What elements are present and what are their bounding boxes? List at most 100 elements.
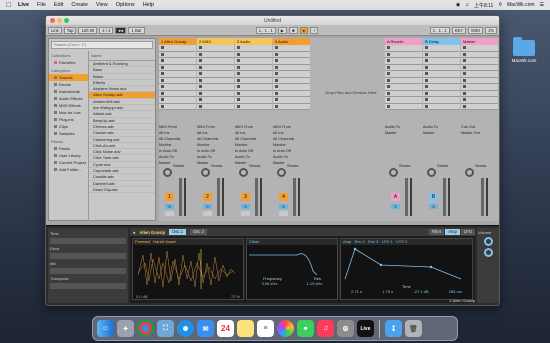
- wavetable-name[interactable]: Harsh Vowel: [153, 239, 175, 244]
- solo-button[interactable]: S: [429, 204, 438, 209]
- arm-button[interactable]: [279, 211, 288, 216]
- quantize-menu[interactable]: 1 Bar: [128, 26, 145, 34]
- clip-stop-icon[interactable]: [237, 59, 240, 63]
- sidebar-item-clips[interactable]: Clips: [49, 123, 88, 130]
- filter-mode[interactable]: Clean: [249, 239, 259, 244]
- volume-fader[interactable]: [481, 178, 484, 216]
- volume-fader[interactable]: [405, 178, 408, 216]
- clip-stop-icon[interactable]: [275, 85, 278, 89]
- clip-stop-icon[interactable]: [199, 78, 202, 82]
- clip-stop-icon[interactable]: [199, 52, 202, 56]
- tab-lfo[interactable]: LFO: [460, 229, 475, 235]
- clip-stop-icon[interactable]: [161, 104, 164, 108]
- desktop-folder[interactable]: MacWk.com: [509, 37, 539, 63]
- clip-stop-icon[interactable]: [425, 104, 428, 108]
- mail-icon[interactable]: ✉: [197, 320, 214, 337]
- volume-fader[interactable]: [443, 178, 446, 216]
- sidebar-item-samples[interactable]: Samples: [49, 130, 88, 137]
- clip-stop-icon[interactable]: [275, 104, 278, 108]
- live-icon[interactable]: Live: [357, 320, 374, 337]
- arm-button[interactable]: [165, 211, 174, 216]
- clip-stop-icon[interactable]: [275, 78, 278, 82]
- clip-stop-icon[interactable]: [161, 98, 164, 102]
- sidebar-item-drums[interactable]: Drums: [49, 81, 88, 88]
- menu-clock[interactable]: 上午8:11: [474, 2, 493, 9]
- position-field[interactable]: 1 . 1 . 1: [255, 26, 276, 34]
- pan-knob[interactable]: [465, 168, 474, 177]
- sidebar-item-sounds[interactable]: Sounds: [49, 74, 88, 81]
- arm-button[interactable]: [203, 211, 212, 216]
- clip-stop-icon[interactable]: [199, 59, 202, 63]
- clip-stop-icon[interactable]: [161, 78, 164, 82]
- clip-stop-icon[interactable]: [161, 59, 164, 63]
- clip-stop-icon[interactable]: [161, 72, 164, 76]
- attack-value[interactable]: 2.71 s: [351, 289, 362, 294]
- finder-icon[interactable]: ☺: [97, 320, 114, 337]
- track-header[interactable]: A Reverb: [385, 38, 422, 45]
- clip-slot[interactable]: [197, 103, 234, 110]
- photos-icon[interactable]: [277, 320, 294, 337]
- volume-fader[interactable]: [255, 178, 258, 216]
- chrome-icon[interactable]: [137, 320, 154, 337]
- tab-lfo2[interactable]: LFO 2: [396, 239, 407, 244]
- list-item[interactable]: Dead City.adv: [89, 187, 155, 194]
- wifi-icon[interactable]: ◉: [456, 2, 460, 8]
- sidebar-item-midi-effects[interactable]: MIDI Effects: [49, 102, 88, 109]
- link-button[interactable]: Link: [48, 26, 62, 34]
- key-map-button[interactable]: KEY: [451, 26, 467, 34]
- drive-control[interactable]: [50, 253, 126, 259]
- clip-stop-icon[interactable]: [237, 52, 240, 56]
- sidebar-item-user-library[interactable]: User Library: [49, 152, 88, 159]
- track-activator-button[interactable]: 4: [279, 193, 288, 201]
- tab-env2[interactable]: Env 2: [355, 239, 365, 244]
- pan-knob[interactable]: [277, 168, 286, 177]
- clip-stop-icon[interactable]: [237, 65, 240, 69]
- tab-osc1[interactable]: Osc 1: [169, 229, 187, 235]
- pan-knob[interactable]: [389, 168, 398, 177]
- clip-stop-icon[interactable]: [463, 65, 466, 69]
- volume-icon[interactable]: ♫: [465, 2, 469, 8]
- arm-button[interactable]: [241, 211, 250, 216]
- clip-stop-icon[interactable]: [425, 78, 428, 82]
- menu-app[interactable]: Live: [18, 2, 29, 8]
- mix-control[interactable]: [50, 268, 126, 274]
- notes-icon[interactable]: [237, 320, 254, 337]
- stop-icon[interactable]: ■: [288, 26, 298, 34]
- drop-zone[interactable]: Drop Files and Devices Here: [311, 45, 391, 145]
- menu-file[interactable]: File: [37, 2, 46, 8]
- clip-stop-icon[interactable]: [425, 65, 428, 69]
- clip-stop-icon[interactable]: [463, 98, 466, 102]
- clip-stop-icon[interactable]: [161, 46, 164, 50]
- preview-icon[interactable]: ⛶: [157, 320, 174, 337]
- osc-position-value[interactable]: 72 %: [231, 294, 240, 299]
- pan-knob[interactable]: [163, 168, 172, 177]
- loop-start-field[interactable]: 1 . 1 . 1: [429, 26, 450, 34]
- clip-stop-icon[interactable]: [463, 72, 466, 76]
- tempo-field[interactable]: 120.00: [78, 26, 98, 34]
- downloads-icon[interactable]: ↧: [385, 320, 402, 337]
- glide-knob[interactable]: [483, 248, 493, 257]
- clip-stop-icon[interactable]: [161, 91, 164, 95]
- clip-stop-icon[interactable]: [199, 46, 202, 50]
- clip-stop-icon[interactable]: [425, 46, 428, 50]
- clip-slot[interactable]: [235, 103, 272, 110]
- menu-view[interactable]: View: [96, 2, 108, 8]
- tab-filter[interactable]: Filter: [428, 229, 445, 235]
- overdub-icon[interactable]: +: [310, 26, 319, 34]
- clip-stop-icon[interactable]: [425, 59, 428, 63]
- osc-gain-value[interactable]: 0.0 dB: [136, 294, 148, 299]
- music-icon[interactable]: ♫: [317, 320, 334, 337]
- clip-slot[interactable]: [273, 103, 310, 110]
- record-icon[interactable]: ●: [299, 26, 309, 34]
- clip-stop-icon[interactable]: [463, 85, 466, 89]
- pan-knob[interactable]: [427, 168, 436, 177]
- volume-knob[interactable]: [483, 237, 493, 246]
- frequency-value[interactable]: 3.96 kHz: [262, 281, 278, 286]
- calendar-icon[interactable]: 24: [217, 320, 234, 337]
- res-value[interactable]: 1.19 kHz: [307, 281, 323, 286]
- list-icon[interactable]: ☰: [540, 2, 544, 8]
- pan-knob[interactable]: [201, 168, 210, 177]
- reminders-icon[interactable]: ≡: [257, 320, 274, 337]
- time-control[interactable]: [50, 238, 126, 244]
- clip-slot[interactable]: [461, 103, 498, 110]
